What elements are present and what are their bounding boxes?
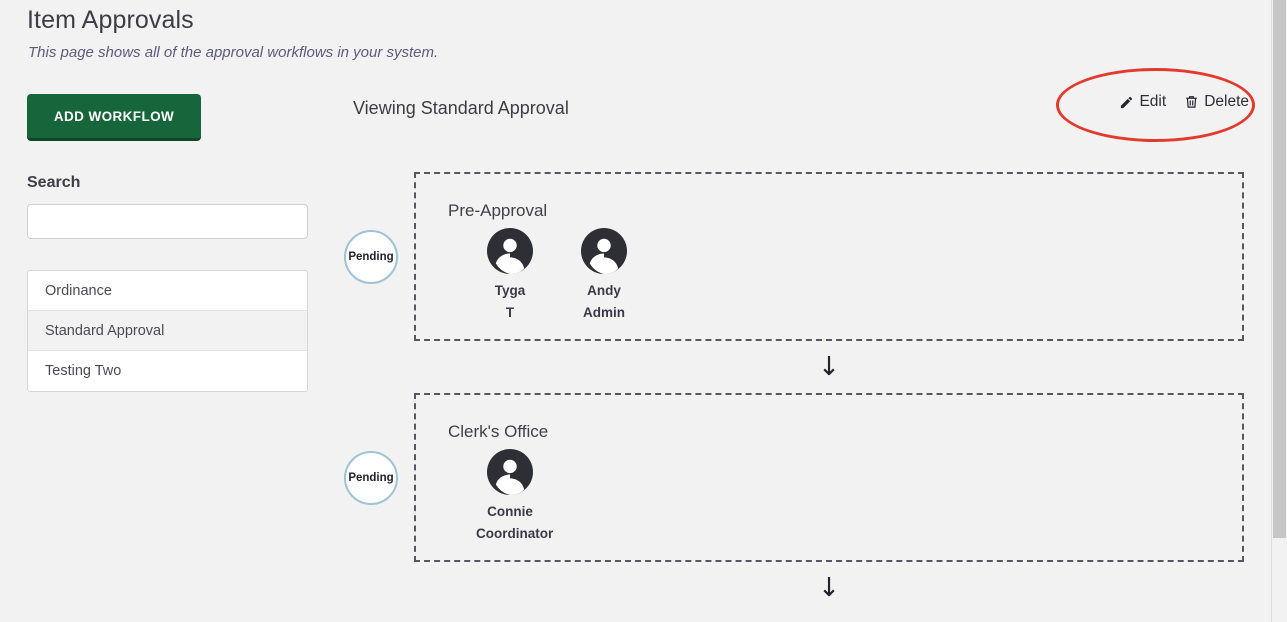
approver-last-name: Coordinator	[476, 526, 554, 541]
approver[interactable]: Andy Admin	[570, 228, 638, 323]
account-circle-icon	[570, 228, 638, 279]
approver-list: Connie Coordinator	[448, 449, 1242, 544]
workflow-step: Pending Pre-Approval Tyga T Andy Admin	[344, 172, 1244, 341]
approver-last-name: Admin	[583, 305, 625, 320]
vertical-scrollbar[interactable]	[1271, 0, 1287, 622]
approver[interactable]: Connie Coordinator	[476, 449, 554, 544]
step-connector-arrow: ↓	[344, 562, 1244, 614]
approver-first-name: Connie	[487, 504, 533, 519]
edit-button[interactable]: Edit	[1119, 93, 1166, 111]
page-title: Item Approvals	[27, 6, 194, 34]
scrollbar-thumb[interactable]	[1273, 0, 1286, 538]
step-connector-arrow: ↓	[344, 341, 1244, 393]
workflow-step: Pending Clerk's Office Connie Coordinato…	[344, 393, 1244, 562]
workflow-list-item-testing-two[interactable]: Testing Two	[28, 351, 307, 391]
trash-icon	[1184, 94, 1199, 110]
approver-first-name: Tyga	[494, 283, 526, 298]
step-card: Clerk's Office Connie Coordinator	[414, 393, 1244, 562]
page-root: Item Approvals This page shows all of th…	[0, 0, 1287, 622]
approver-last-name: T	[505, 305, 515, 320]
add-workflow-button[interactable]: ADD WORKFLOW	[27, 94, 201, 141]
arrow-down-icon: ↓	[818, 573, 840, 603]
status-badge: Pending	[344, 450, 398, 505]
step-card: Pre-Approval Tyga T Andy Admin	[414, 172, 1244, 341]
approver-first-name: Andy	[587, 283, 621, 298]
workflow-list: Ordinance Standard Approval Testing Two	[27, 270, 308, 392]
viewing-workflow-title: Viewing Standard Approval	[353, 98, 569, 118]
workflow-steps: Pending Pre-Approval Tyga T Andy Admin ↓…	[344, 172, 1244, 614]
workflow-list-item-standard-approval[interactable]: Standard Approval	[28, 311, 307, 351]
workflow-list-item-ordinance[interactable]: Ordinance	[28, 271, 307, 311]
approver-list: Tyga T Andy Admin	[448, 228, 1242, 323]
status-badge: Pending	[344, 229, 398, 284]
delete-button[interactable]: Delete	[1184, 93, 1249, 111]
edit-label: Edit	[1139, 93, 1167, 110]
account-circle-icon	[476, 228, 544, 279]
search-label: Search	[27, 174, 81, 191]
page-subtitle: This page shows all of the approval work…	[28, 44, 439, 61]
delete-label: Delete	[1204, 93, 1249, 110]
approver[interactable]: Tyga T	[476, 228, 544, 323]
step-title: Pre-Approval	[448, 201, 548, 220]
arrow-down-icon: ↓	[818, 352, 840, 382]
edit-delete-actions: Edit Delete	[1119, 93, 1249, 111]
step-title: Clerk's Office	[448, 422, 549, 441]
search-input[interactable]	[27, 204, 308, 239]
account-circle-icon	[476, 449, 544, 500]
pencil-icon	[1119, 95, 1134, 110]
